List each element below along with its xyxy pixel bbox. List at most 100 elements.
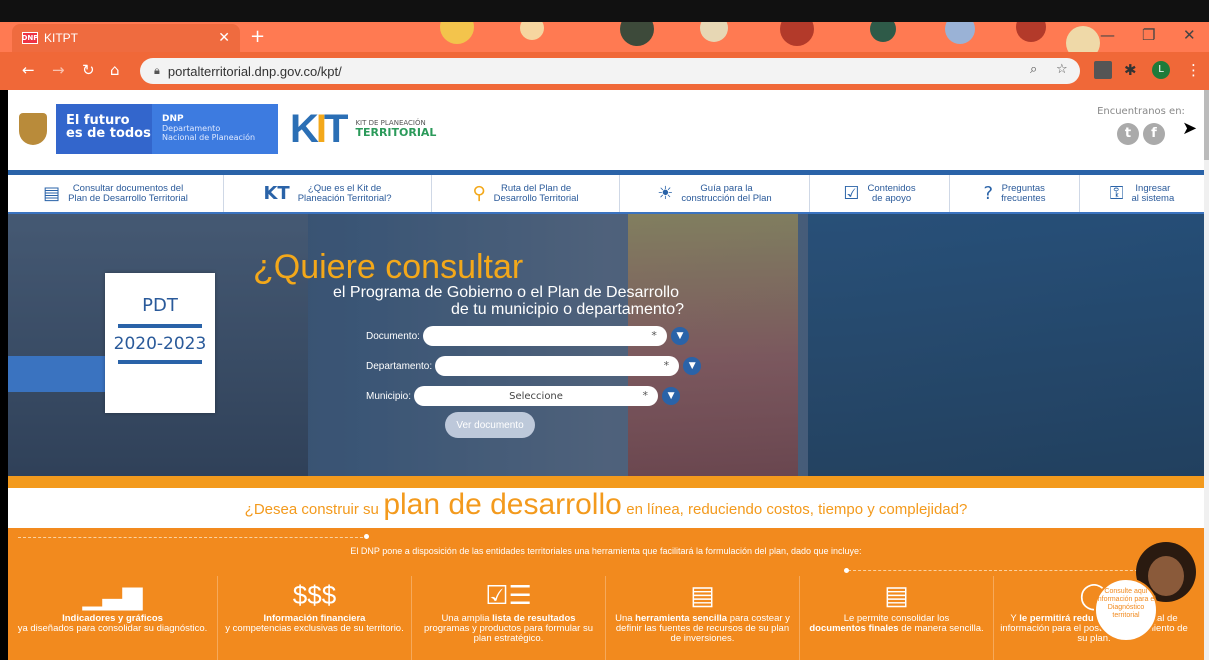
nav-label: Consultar documentos del Plan de Desarrol… xyxy=(68,182,188,204)
social-label: Encuentranos en: xyxy=(1097,106,1185,117)
decor-dot xyxy=(620,22,654,46)
dnp-line2: Nacional de Planeación xyxy=(162,133,256,142)
extension-icon[interactable] xyxy=(1094,61,1112,79)
kit-main: TERRITORIAL xyxy=(355,126,437,139)
hero-title: ¿Quiere consultar xyxy=(253,248,524,286)
futuro-block: El futuro es de todos xyxy=(56,104,152,154)
back-icon[interactable]: ← xyxy=(22,61,35,79)
decor-dot xyxy=(700,22,728,42)
nav-label: Ruta del Plan de Desarrollo Territorial xyxy=(493,182,579,204)
decor-dot xyxy=(520,22,544,40)
reload-icon[interactable]: ↻ xyxy=(82,61,95,79)
feature-documentos: ▤ Le permite consolidar los documentos fi… xyxy=(800,576,994,660)
feature-indicadores: ▁▃▆ Indicadores y gráficos ya diseñados p… xyxy=(8,576,218,660)
nav-ruta-plan[interactable]: ⚲ Ruta del Plan de Desarrollo Territorial xyxy=(432,175,620,212)
hero-banner: PDT 2020-2023 ¿Quiere consultar el Progr… xyxy=(8,214,1204,476)
feature-text: y competencias exclusivas de su territor… xyxy=(225,623,404,634)
profile-avatar[interactable]: L xyxy=(1152,61,1170,79)
consulte-diagnostico-bubble[interactable]: Consulte aquí información para el Diagnó… xyxy=(1094,578,1158,642)
lock-icon: 🔒︎ xyxy=(154,64,160,77)
restore-icon[interactable]: ❐ xyxy=(1142,26,1155,44)
new-tab-icon[interactable]: + xyxy=(250,26,265,47)
chevron-down-icon[interactable]: ▼ xyxy=(683,357,702,375)
scrollbar-thumb[interactable] xyxy=(1204,90,1209,160)
decor-dot xyxy=(945,22,975,44)
nav-que-es-kit[interactable]: KT ¿Que es el Kit de Planeación Territoria… xyxy=(224,175,432,212)
dnp-favicon: DNP xyxy=(21,32,39,44)
departamento-label: Departamento: xyxy=(366,360,433,372)
menu-kebab-icon[interactable]: ⋮ xyxy=(1186,61,1204,79)
browser-tab-strip: DNP KITPT ✕ + — ❐ ✕ xyxy=(0,22,1209,52)
checklist-icon: ☑ xyxy=(843,183,860,204)
gov-line2: es de todos xyxy=(66,126,151,141)
mouse-cursor-icon: ➤ xyxy=(1182,118,1198,139)
documento-row: Documento: * ▼ xyxy=(366,326,689,346)
nav-consultar-documentos[interactable]: ▤ Consultar documentos del Plan de Desarro… xyxy=(8,175,224,212)
browser-toolbar: ← → ↻ ⌂ 🔒︎ portalterritorial.dnp.gov.co/… xyxy=(0,52,1209,90)
document-icon: ▤ xyxy=(884,580,909,610)
main-nav: ▤ Consultar documentos del Plan de Desarro… xyxy=(8,170,1204,214)
document-money-icon: ▤ xyxy=(690,580,715,610)
documento-select[interactable]: * xyxy=(422,326,667,346)
ver-documento-button[interactable]: Ver documento xyxy=(445,412,535,438)
decor-dot xyxy=(870,22,896,42)
dnp-line1: Departamento xyxy=(162,124,221,133)
nav-preguntas-frecuentes[interactable]: ? Preguntas frecuentes xyxy=(950,175,1080,212)
feature-text: de manera sencilla. xyxy=(901,623,984,634)
kit-logo[interactable]: KIT KIT DE PLANEACIÓN TERRITORIAL xyxy=(290,104,440,154)
map-pin-icon: ⚲ xyxy=(472,183,486,204)
decor-dot xyxy=(1016,22,1046,42)
nav-label: Ingresar al sistema xyxy=(1131,182,1175,204)
browser-tab-active[interactable]: DNP KITPT ✕ xyxy=(12,24,240,52)
forward-icon[interactable]: → xyxy=(52,61,65,79)
divider-dot xyxy=(844,568,849,573)
list-check-icon: ☑☰ xyxy=(485,580,532,610)
document-icon: ▤ xyxy=(43,183,61,204)
screen-top-bar xyxy=(0,0,1209,22)
home-icon[interactable]: ⌂ xyxy=(110,61,120,79)
construir-pre: ¿Desea construir su xyxy=(244,501,379,518)
feature-text: programas y productos para formular su p… xyxy=(424,623,593,644)
orange-stripe xyxy=(8,476,1204,488)
municipio-row: Municipio: Seleccione * ▼ xyxy=(366,386,681,406)
decor-dot xyxy=(780,22,814,46)
minimize-icon[interactable]: — xyxy=(1100,26,1115,44)
close-tab-icon[interactable]: ✕ xyxy=(218,30,230,46)
dnp-short: DNP xyxy=(162,114,184,124)
puzzle-extensions-icon[interactable]: ✱ xyxy=(1124,61,1142,79)
kit-icon: KT xyxy=(263,183,290,204)
lightbulb-icon: ☀ xyxy=(657,183,674,204)
divider-line xyxy=(18,537,368,538)
gobierno-logo[interactable]: El futuro es de todos DNP Departamento N… xyxy=(10,104,278,154)
money-icon: $$$ xyxy=(292,580,337,610)
documento-label: Documento: xyxy=(366,330,420,342)
features-intro: El DNP pone a disposición de las entidad… xyxy=(350,546,862,556)
facebook-icon[interactable]: f xyxy=(1143,123,1165,145)
bookmark-star-icon[interactable]: ☆ xyxy=(1056,62,1068,77)
chevron-down-icon[interactable]: ▼ xyxy=(670,327,689,345)
nav-label: ¿Que es el Kit de Planeación Territorial? xyxy=(297,182,392,204)
nav-contenidos-apoyo[interactable]: ☑ Contenidos de apoyo xyxy=(810,175,950,212)
features-section: El DNP pone a disposición de las entidad… xyxy=(8,528,1204,660)
twitter-icon[interactable]: t xyxy=(1117,123,1139,145)
decor-dot xyxy=(1066,26,1100,52)
url-text: portalterritorial.dnp.gov.co/kpt/ xyxy=(167,63,342,79)
feature-financiera: $$$ Información financiera y competencias… xyxy=(218,576,412,660)
nav-ingresar-sistema[interactable]: ⚿ Ingresar al sistema xyxy=(1080,175,1204,212)
nav-label: Contenidos de apoyo xyxy=(867,182,916,204)
bar-chart-icon: ▁▃▆ xyxy=(82,580,143,610)
dnp-block: DNP Departamento Nacional de Planeación xyxy=(152,104,278,154)
zoom-icon[interactable]: ⌕ xyxy=(1030,62,1037,77)
page-scrollbar[interactable] xyxy=(1204,90,1209,660)
pdt-years: 2020-2023 xyxy=(113,334,207,354)
nav-guia-construccion[interactable]: ☀ Guía para la construcción del Plan xyxy=(620,175,810,212)
construir-banner: ¿Desea construir su plan de desarrollo e… xyxy=(8,488,1204,528)
chevron-down-icon[interactable]: ▼ xyxy=(662,387,681,405)
municipio-select[interactable]: Seleccione * xyxy=(414,386,659,406)
address-bar[interactable]: 🔒︎ portalterritorial.dnp.gov.co/kpt/ ⌕ ☆ xyxy=(140,58,1080,84)
departamento-select[interactable]: * xyxy=(435,356,680,376)
departamento-row: Departamento: * ▼ xyxy=(366,356,702,376)
divider-line xyxy=(848,570,1148,571)
kit-logo-mark: KIT xyxy=(290,106,348,151)
close-window-icon[interactable]: ✕ xyxy=(1183,26,1196,44)
